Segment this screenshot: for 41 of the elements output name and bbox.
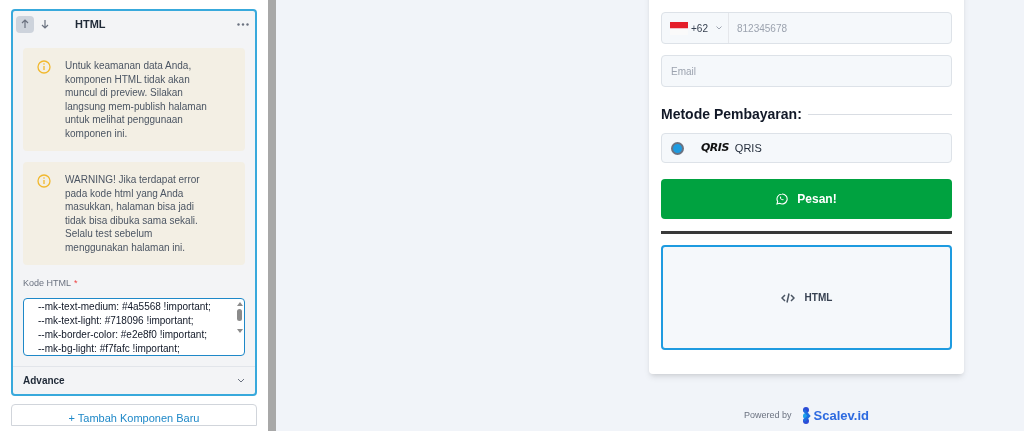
section-heading: Metode Pembayaran: [661, 105, 802, 124]
code-line: --mk-bg-light: #f7fafc !important; [38, 341, 181, 355]
whatsapp-icon [776, 193, 789, 205]
more-options-button[interactable] [237, 22, 249, 26]
brand-name[interactable]: Scalev.id [813, 406, 869, 426]
phone-input[interactable]: 812345678 [729, 13, 951, 43]
code-line: --mk-text-medium: #4a5568 !important; [38, 299, 212, 314]
block-label: HTML [804, 291, 833, 305]
country-selector[interactable]: +62 [662, 13, 729, 43]
notice-text: WARNING! Jika terdapat error pada kode html yang Anda masukkan, halaman bisa jadi tidak bisa dibuka sama sekali. Selalu test sebelum menggunakan halaman ini. [65, 173, 201, 254]
arrow-up-icon [21, 19, 29, 29]
component-title: HTML [75, 16, 106, 32]
code-icon [780, 292, 795, 303]
info-icon [37, 60, 51, 74]
payment-option[interactable]: QRIS QRIS [661, 133, 952, 163]
country-code: +62 [691, 21, 708, 36]
code-input-field[interactable]: --mk-text-medium: #4a5568 !important; --mk-text-light: #718096 !important; --mk-border-color: #e2e8f0 !important; --mk-bg-light: #f7fafc !important; [23, 297, 245, 356]
info-icon [37, 174, 51, 188]
move-up-button[interactable] [16, 15, 34, 33]
notice-text: Untuk keamanan data Anda, komponen HTML tidak akan muncul di preview. Silakan langsung mem-publish halaman untuk melihat penggunaan komponen ini. [65, 59, 208, 140]
payment-label: QRIS [734, 140, 762, 156]
powered-by-text: Powered by [744, 409, 792, 422]
payment-logo: QRIS [701, 139, 729, 156]
scrollbar-thumb[interactable] [237, 308, 242, 321]
radio-button[interactable] [671, 141, 684, 155]
email-field[interactable]: Email [661, 55, 952, 87]
phone-field[interactable]: +62 812345678 [661, 12, 952, 44]
chevron-down-icon [715, 26, 722, 30]
section-label[interactable]: Advance [23, 372, 65, 388]
arrow-down-icon [41, 19, 49, 29]
scroll-up-icon [236, 301, 243, 306]
required-mark: * [74, 278, 78, 288]
code-line: --mk-text-light: #718096 !important; [38, 313, 195, 328]
scroll-down-icon [236, 328, 243, 333]
brand-logo-icon [800, 407, 812, 425]
code-line: --mk-border-color: #e2e8f0 !important; [38, 327, 208, 342]
add-component-button[interactable]: + Tambah Komponen Baru [11, 403, 257, 426]
more-icon [237, 22, 249, 26]
chevron-down-icon[interactable] [237, 377, 245, 383]
html-block[interactable]: HTML [661, 245, 952, 350]
field-label: Kode HTML * [23, 277, 79, 290]
